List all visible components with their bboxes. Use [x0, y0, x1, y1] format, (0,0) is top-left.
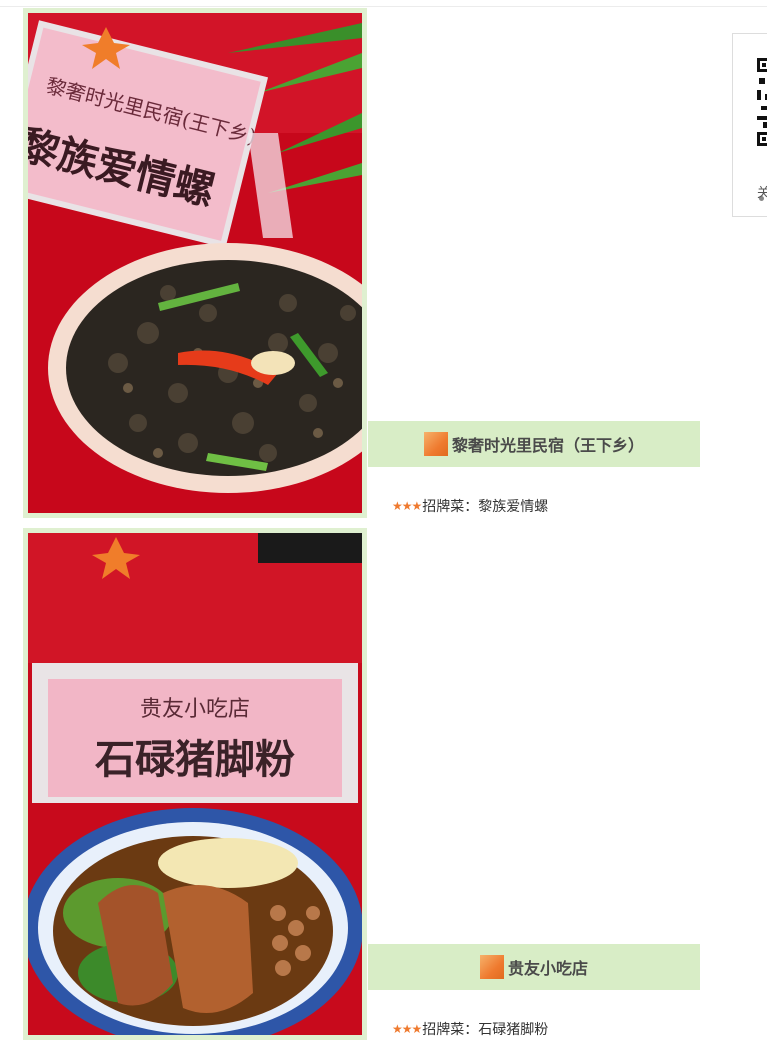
restaurant-name: 贵友小吃店 [507, 959, 588, 978]
dish-name: 石碌猪脚粉 [478, 1022, 549, 1038]
restaurant-name-bar: 贵友小吃店 [368, 944, 700, 990]
dish-photo-frame: 贵友小吃店 石碌猪脚粉 [23, 528, 367, 1040]
dish-photo[interactable]: 贵友小吃店 石碌猪脚粉 [28, 533, 362, 1035]
orange-square-icon [423, 432, 448, 456]
dish-name: 黎族爱情螺 [478, 499, 549, 515]
dish-photo[interactable]: 黎奢时光里民宿(王下乡) 黎族爱情螺 [28, 13, 362, 513]
sign-large-text: 石碌猪脚粉 [95, 736, 295, 783]
orange-square-icon [479, 955, 504, 979]
top-divider [0, 6, 767, 7]
qr-code-icon [757, 58, 767, 150]
signature-dish-line: ★★★ 招牌菜： 黎族爱情螺 [392, 496, 548, 516]
qr-caption: 关 [757, 186, 767, 201]
star-rating-icon: ★★★ [392, 1022, 422, 1036]
dish-photo-frame: 黎奢时光里民宿(王下乡) 黎族爱情螺 [23, 8, 367, 518]
restaurant-name-bar: 黎奢时光里民宿（王下乡） [368, 421, 700, 467]
star-rating-icon: ★★★ [392, 499, 422, 513]
dish-label: 招牌菜： [422, 499, 479, 515]
signature-dish-line: ★★★ 招牌菜： 石碌猪脚粉 [392, 1019, 548, 1039]
sign-small-text: 贵友小吃店 [140, 697, 250, 722]
restaurant-name: 黎奢时光里民宿（王下乡） [451, 436, 644, 455]
qr-code-card[interactable]: 关 [732, 33, 767, 217]
dish-label: 招牌菜： [422, 1022, 479, 1038]
